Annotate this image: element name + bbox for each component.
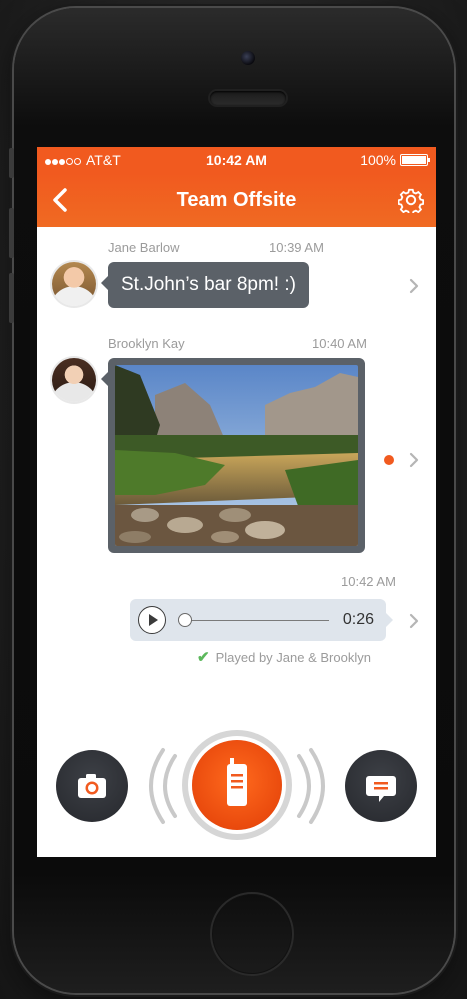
read-receipt-text: Played by Jane & Brooklyn bbox=[215, 649, 371, 665]
avatar[interactable] bbox=[52, 262, 96, 306]
sender-name: Brooklyn Kay bbox=[108, 336, 185, 351]
message-time: 10:39 AM bbox=[269, 240, 324, 255]
chevron-right-icon[interactable] bbox=[408, 613, 420, 629]
front-camera bbox=[241, 51, 255, 65]
sound-waves-right bbox=[297, 748, 325, 824]
message-time: 10:42 AM bbox=[341, 574, 396, 589]
audio-duration: 0:26 bbox=[342, 611, 374, 628]
chevron-right-icon[interactable] bbox=[408, 278, 420, 294]
push-to-talk-button[interactable] bbox=[192, 740, 282, 830]
gear-icon[interactable] bbox=[398, 187, 424, 213]
camera-icon bbox=[78, 774, 106, 798]
sound-waves-left bbox=[149, 748, 177, 824]
landscape-photo[interactable] bbox=[115, 365, 358, 546]
battery-indicator: 100% bbox=[360, 152, 430, 168]
battery-percent: 100% bbox=[360, 152, 396, 168]
sender-name: Jane Barlow bbox=[108, 240, 180, 255]
compose-button[interactable] bbox=[345, 750, 417, 822]
status-bar: AT&T 10:42 AM 100% bbox=[37, 147, 436, 173]
photo-message[interactable] bbox=[101, 358, 365, 553]
earpiece-speaker bbox=[210, 91, 286, 105]
message-time: 10:40 AM bbox=[312, 336, 367, 351]
audio-scrubber[interactable] bbox=[178, 613, 192, 627]
page-title: Team Offsite bbox=[176, 189, 297, 211]
camera-button[interactable] bbox=[56, 750, 128, 822]
read-receipt: ✔ Played by Jane & Brooklyn bbox=[197, 648, 371, 666]
audio-message[interactable]: 0:26 bbox=[130, 599, 393, 641]
message-icon bbox=[366, 776, 396, 802]
message-bubble[interactable]: St.John’s bar 8pm! :) bbox=[101, 262, 309, 308]
volume-up-button bbox=[9, 208, 14, 258]
home-button[interactable] bbox=[210, 892, 294, 976]
avatar[interactable] bbox=[52, 358, 96, 402]
unread-indicator bbox=[384, 455, 394, 465]
battery-icon bbox=[400, 154, 430, 166]
play-icon[interactable] bbox=[138, 606, 166, 634]
nav-bar: Team Offsite bbox=[37, 173, 436, 227]
audio-progress-track[interactable] bbox=[184, 620, 329, 621]
volume-down-button bbox=[9, 273, 14, 323]
walkie-talkie-icon bbox=[227, 758, 247, 806]
chevron-right-icon[interactable] bbox=[408, 452, 420, 468]
app-screen: AT&T 10:42 AM 100% Team Offsite Jane Bar… bbox=[37, 147, 436, 857]
check-icon: ✔ bbox=[197, 649, 210, 666]
mute-switch bbox=[9, 148, 14, 178]
